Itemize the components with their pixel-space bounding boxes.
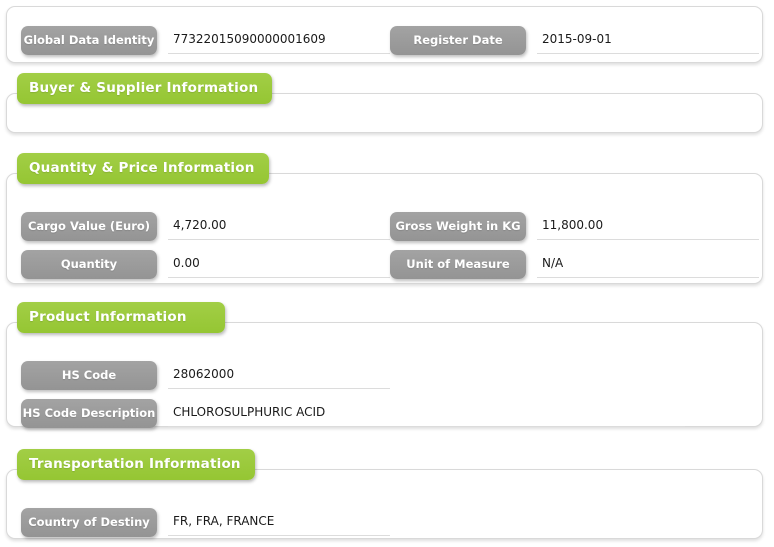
field-label: Gross Weight in KG — [390, 212, 526, 241]
field-value[interactable]: 28062000 — [168, 361, 390, 389]
field-label: Register Date — [390, 26, 526, 55]
field-value[interactable]: 77322015090000001609 — [168, 26, 390, 54]
section-header-quantity-price[interactable]: Quantity & Price Information — [17, 153, 269, 184]
field-value[interactable]: 0.00 — [168, 250, 390, 278]
field-value[interactable]: FR, FRA, FRANCE — [168, 508, 390, 536]
field-label: Country of Destiny — [21, 508, 157, 537]
field-value[interactable]: 2015-09-01 — [537, 26, 759, 54]
field-label: Global Data Identity — [21, 26, 157, 55]
section-panel-identity: Global Data Identity 77322015090000001609… — [6, 6, 763, 63]
field-value[interactable]: N/A — [537, 250, 759, 278]
section-header-product[interactable]: Product Information — [17, 302, 225, 333]
field-value[interactable]: 11,800.00 — [537, 212, 759, 240]
field-label: HS Code — [21, 361, 157, 390]
section-header-transportation[interactable]: Transportation Information — [17, 449, 255, 480]
field-label: HS Code Description — [21, 399, 157, 428]
section-panel-quantity-price: Quantity & Price Information Cargo Value … — [6, 153, 763, 284]
section-panel-transportation: Transportation Information Country of Des… — [6, 449, 763, 539]
field-label: Quantity — [21, 250, 157, 279]
section-header-buyer-supplier[interactable]: Buyer & Supplier Information — [17, 73, 273, 104]
section-panel-buyer-supplier: Buyer & Supplier Information — [6, 73, 763, 133]
field-value[interactable]: 4,720.00 — [168, 212, 390, 240]
field-label: Cargo Value (Euro) — [21, 212, 157, 241]
record-detail-page: Global Data Identity 77322015090000001609… — [0, 0, 774, 547]
field-label: Unit of Measure — [390, 250, 526, 279]
section-panel-product: Product Information HS Code 28062000 HS Cod… — [6, 302, 763, 428]
field-value[interactable]: CHLOROSULPHURIC ACID — [168, 399, 685, 427]
